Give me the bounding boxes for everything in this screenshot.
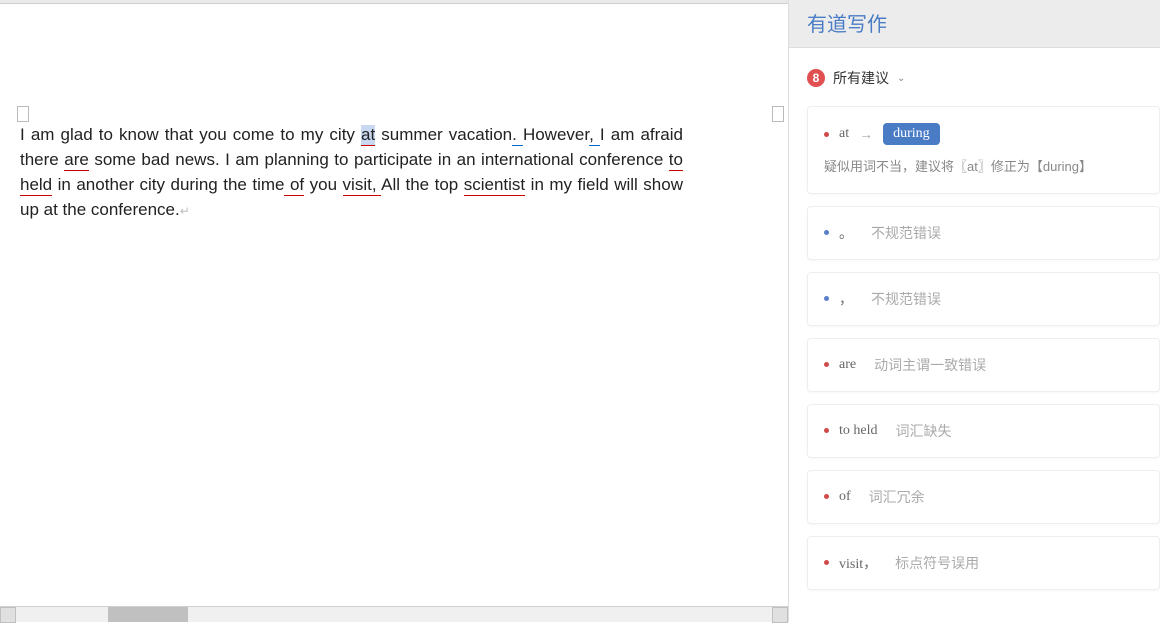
original-word: of <box>839 489 851 505</box>
severity-dot-icon <box>824 296 829 301</box>
all-suggestions-label: 所有建议 <box>833 68 889 88</box>
text: in another city during the time <box>52 175 284 194</box>
text: However <box>523 125 589 144</box>
page-top-margin <box>0 4 788 122</box>
error-at[interactable]: at <box>361 125 375 146</box>
left-margin-handle[interactable] <box>17 106 29 122</box>
error-scientist[interactable]: scientist <box>464 175 525 196</box>
panel-title: 有道写作 <box>807 8 1142 37</box>
error-type: 不规范错误 <box>871 289 941 309</box>
error-of[interactable]: of <box>284 175 304 196</box>
suggestion-card[interactable]: of 词汇冗余 <box>807 470 1160 524</box>
scroll-track[interactable] <box>16 607 772 622</box>
original-word: visit， <box>839 553 877 573</box>
error-are[interactable]: are <box>64 150 89 171</box>
paragraph-mark: ↵ <box>180 204 190 218</box>
error-type: 标点符号误用 <box>895 553 979 573</box>
error-visit[interactable]: visit, <box>343 175 377 196</box>
suggestion-card[interactable]: 。 不规范错误 <box>807 206 1160 260</box>
suggestion-card[interactable]: to held 词汇缺失 <box>807 404 1160 458</box>
suggestion-count-badge: 8 <box>807 69 825 87</box>
severity-dot-icon <box>824 560 829 565</box>
scroll-right-button[interactable] <box>772 607 788 623</box>
suggestion-card[interactable]: ， 不规范错误 <box>807 272 1160 326</box>
error-type: 动词主谓一致错误 <box>874 355 986 375</box>
text: you <box>304 175 342 194</box>
severity-dot-icon <box>824 428 829 433</box>
severity-dot-icon <box>824 494 829 499</box>
horizontal-scrollbar[interactable] <box>0 606 788 622</box>
suggestion-card-expanded[interactable]: at → during 疑似用词不当，建议将〖at〗修正为【during】 <box>807 106 1160 194</box>
original-word: are <box>839 357 856 373</box>
suggestion-description: 疑似用词不当，建议将〖at〗修正为【during】 <box>824 157 1143 177</box>
suggestions-dropdown[interactable]: 8 所有建议 ⌄ <box>789 48 1160 98</box>
severity-dot-icon <box>824 362 829 367</box>
suggested-word[interactable]: during <box>883 123 940 145</box>
suggestion-card[interactable]: visit， 标点符号误用 <box>807 536 1160 590</box>
suggestion-card[interactable]: are 动词主谓一致错误 <box>807 338 1160 392</box>
chevron-down-icon: ⌄ <box>897 73 905 84</box>
document-text[interactable]: I am glad to know that you come to my ci… <box>0 122 703 224</box>
document-scroll[interactable]: I am glad to know that you come to my ci… <box>0 4 788 606</box>
error-type: 词汇冗余 <box>869 487 925 507</box>
suggestions-panel: 有道写作 8 所有建议 ⌄ at → during 疑似用词不当，建议将〖at〗… <box>788 0 1160 622</box>
text: summer vacation <box>375 125 512 144</box>
original-word: ， <box>839 289 853 309</box>
right-margin-handle[interactable] <box>772 106 784 122</box>
editor-pane: I am glad to know that you come to my ci… <box>0 0 788 622</box>
arrow-icon: → <box>859 126 873 142</box>
original-word: to held <box>839 423 878 439</box>
text: some bad news. I am planning to particip… <box>89 150 669 169</box>
severity-dot-icon <box>824 132 829 137</box>
error-type: 不规范错误 <box>871 223 941 243</box>
severity-dot-icon <box>824 230 829 235</box>
error-type: 词汇缺失 <box>896 421 952 441</box>
scroll-left-button[interactable] <box>0 607 16 623</box>
text: A <box>381 175 392 194</box>
text: I am glad to know that you come to my ci… <box>20 125 361 144</box>
scroll-thumb[interactable] <box>108 607 188 622</box>
text: ll the top <box>392 175 463 194</box>
original-word: at <box>839 126 849 142</box>
suggestion-cards: at → during 疑似用词不当，建议将〖at〗修正为【during】 。 … <box>789 98 1160 598</box>
original-word: 。 <box>839 223 853 243</box>
panel-header: 有道写作 <box>789 0 1160 48</box>
